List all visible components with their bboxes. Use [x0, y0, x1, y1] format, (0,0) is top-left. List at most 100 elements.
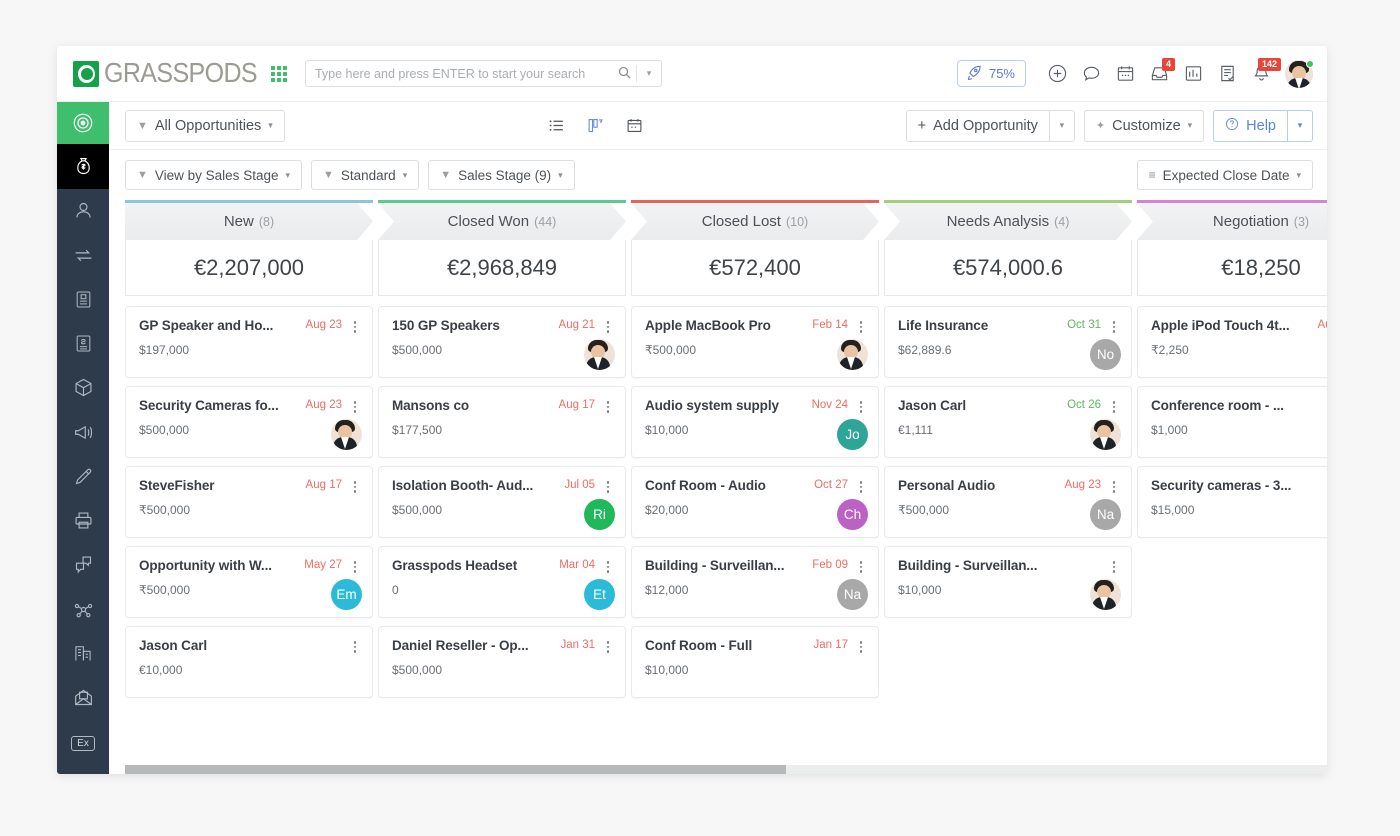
- owner-avatar-initials[interactable]: Na: [837, 579, 868, 610]
- calendar-icon[interactable]: [1108, 57, 1142, 91]
- sidebar-item-home[interactable]: [57, 102, 109, 145]
- owner-avatar-initials[interactable]: Em: [331, 579, 362, 610]
- sidebar-item-network[interactable]: [57, 587, 109, 631]
- owner-avatar-photo[interactable]: [1090, 579, 1121, 610]
- sidebar-item-notes[interactable]: [57, 454, 109, 498]
- opportunity-card[interactable]: Grasspods Headset Mar 04 0 Et: [378, 546, 626, 618]
- card-menu-icon[interactable]: [1109, 318, 1119, 333]
- owner-avatar-photo[interactable]: [331, 419, 362, 450]
- sidebar-item-messages[interactable]: [57, 543, 109, 587]
- sidebar-item-invoices[interactable]: [57, 321, 109, 365]
- opportunity-card[interactable]: Personal Audio Aug 23 ₹500,000 Na: [884, 466, 1132, 538]
- help-button[interactable]: Help: [1213, 109, 1287, 142]
- opportunity-card[interactable]: Jason Carl €10,000: [125, 626, 373, 698]
- add-opportunity-caret[interactable]: ▾: [1048, 109, 1075, 142]
- progress-rocket[interactable]: 75%: [956, 60, 1026, 87]
- opportunity-card[interactable]: Security cameras - 3... $15,000: [1137, 466, 1327, 538]
- owner-avatar-photo[interactable]: [584, 339, 615, 370]
- sidebar-item-opportunities[interactable]: [57, 144, 109, 189]
- all-opportunities-filter[interactable]: ▼ All Opportunities ▾: [125, 109, 285, 142]
- opportunity-card[interactable]: Conf Room - Audio Oct 27 $20,000 Ch: [631, 466, 879, 538]
- opportunity-card[interactable]: Audio system supply Nov 24 $10,000 Jo: [631, 386, 879, 458]
- card-menu-icon[interactable]: [350, 478, 360, 493]
- column-header[interactable]: Closed Lost (10): [631, 200, 879, 240]
- card-menu-icon[interactable]: [350, 638, 360, 653]
- card-menu-icon[interactable]: [1109, 478, 1119, 493]
- column-header[interactable]: New (8): [125, 200, 373, 240]
- calendar-view-icon[interactable]: [626, 117, 643, 134]
- opportunity-card[interactable]: Apple iPod Touch 4t... Aug 23 ₹2,250: [1137, 306, 1327, 378]
- sidebar-item-quotes[interactable]: [57, 277, 109, 321]
- kanban-view-icon[interactable]: [587, 117, 604, 134]
- card-menu-icon[interactable]: [1109, 398, 1119, 413]
- sidebar-item-campaigns[interactable]: [57, 410, 109, 454]
- add-icon[interactable]: [1040, 57, 1074, 91]
- owner-avatar-initials[interactable]: Na: [1090, 499, 1121, 530]
- tasks-icon[interactable]: [1210, 57, 1244, 91]
- help-caret[interactable]: ▾: [1287, 109, 1313, 142]
- global-search[interactable]: ▾: [304, 60, 662, 87]
- owner-avatar-initials[interactable]: Et: [584, 579, 615, 610]
- list-view-icon[interactable]: [548, 117, 565, 134]
- card-menu-icon[interactable]: [603, 558, 613, 573]
- customize-button[interactable]: ✦ Customize ▾: [1083, 109, 1205, 142]
- scrollbar-thumb[interactable]: [125, 765, 787, 774]
- owner-avatar-initials[interactable]: Ch: [837, 499, 868, 530]
- standard-filter[interactable]: ▼ Standard ▾: [311, 160, 420, 190]
- view-by-filter[interactable]: ▼ View by Sales Stage ▾: [125, 160, 302, 190]
- search-icon[interactable]: [614, 66, 636, 82]
- sidebar-item-deals[interactable]: [57, 233, 109, 277]
- card-menu-icon[interactable]: [1109, 558, 1119, 573]
- owner-avatar-initials[interactable]: Ri: [584, 499, 615, 530]
- user-avatar[interactable]: [1285, 59, 1314, 88]
- owner-avatar-initials[interactable]: No: [1090, 339, 1121, 370]
- opportunity-card[interactable]: SteveFisher Aug 17 ₹500,000: [125, 466, 373, 538]
- brand-logo[interactable]: GRASSPODS: [73, 57, 258, 89]
- opportunity-card[interactable]: Building - Surveillan... Feb 09 $12,000 Na: [631, 546, 879, 618]
- sidebar-item-print[interactable]: [57, 498, 109, 542]
- opportunity-card[interactable]: Mansons co Aug 17 $177,500: [378, 386, 626, 458]
- card-menu-icon[interactable]: [350, 558, 360, 573]
- owner-avatar-photo[interactable]: [1090, 419, 1121, 450]
- sidebar-item-mail[interactable]: [57, 676, 109, 720]
- card-menu-icon[interactable]: [603, 398, 613, 413]
- bell-icon[interactable]: 142: [1244, 57, 1281, 91]
- card-menu-icon[interactable]: [350, 318, 360, 333]
- opportunity-card[interactable]: 150 GP Speakers Aug 21 $500,000: [378, 306, 626, 378]
- opportunity-card[interactable]: Apple MacBook Pro Feb 14 ₹500,000: [631, 306, 879, 378]
- card-menu-icon[interactable]: [603, 318, 613, 333]
- owner-avatar-initials[interactable]: Jo: [837, 419, 868, 450]
- horizontal-scrollbar[interactable]: [125, 765, 1327, 774]
- sidebar-item-contacts[interactable]: [57, 189, 109, 233]
- opportunity-card[interactable]: Building - Surveillan... $10,000: [884, 546, 1132, 618]
- card-menu-icon[interactable]: [856, 638, 866, 653]
- sidebar-item-accounts[interactable]: [57, 631, 109, 675]
- card-menu-icon[interactable]: [856, 318, 866, 333]
- column-header[interactable]: Negotiation (3): [1137, 200, 1327, 240]
- card-menu-icon[interactable]: [856, 478, 866, 493]
- sort-button[interactable]: ≡ Expected Close Date ▾: [1136, 160, 1313, 190]
- column-header[interactable]: Closed Won (44): [378, 200, 626, 240]
- add-opportunity-button[interactable]: + Add Opportunity: [905, 109, 1049, 142]
- opportunity-card[interactable]: Conference room - ... $1,000: [1137, 386, 1327, 458]
- opportunity-card[interactable]: Security Cameras fo... Aug 23 $500,000: [125, 386, 373, 458]
- opportunity-card[interactable]: Daniel Reseller - Op... Jan 31 $500,000: [378, 626, 626, 698]
- opportunity-card[interactable]: Opportunity with W... May 27 ₹500,000 Em: [125, 546, 373, 618]
- chat-icon[interactable]: [1074, 57, 1108, 91]
- chevron-down-icon[interactable]: ▾: [637, 68, 661, 79]
- search-input[interactable]: [305, 66, 614, 81]
- sidebar-item-products[interactable]: [57, 366, 109, 410]
- inbox-icon[interactable]: 4: [1142, 57, 1176, 91]
- opportunity-card[interactable]: GP Speaker and Ho... Aug 23 $197,000: [125, 306, 373, 378]
- owner-avatar-photo[interactable]: [837, 339, 868, 370]
- opportunity-card[interactable]: Conf Room - Full Jan 17 $10,000: [631, 626, 879, 698]
- card-menu-icon[interactable]: [856, 398, 866, 413]
- column-header[interactable]: Needs Analysis (4): [884, 200, 1132, 240]
- analytics-icon[interactable]: [1176, 57, 1210, 91]
- sales-stage-filter[interactable]: ▼ Sales Stage (9) ▾: [428, 160, 575, 190]
- opportunity-card[interactable]: Life Insurance Oct 31 $62,889.6 No: [884, 306, 1132, 378]
- sidebar-item-ex[interactable]: Ex: [57, 722, 109, 766]
- opportunity-card[interactable]: Jason Carl Oct 26 €1,111: [884, 386, 1132, 458]
- opportunity-card[interactable]: Isolation Booth- Aud... Jul 05 $500,000 Ri: [378, 466, 626, 538]
- card-menu-icon[interactable]: [856, 558, 866, 573]
